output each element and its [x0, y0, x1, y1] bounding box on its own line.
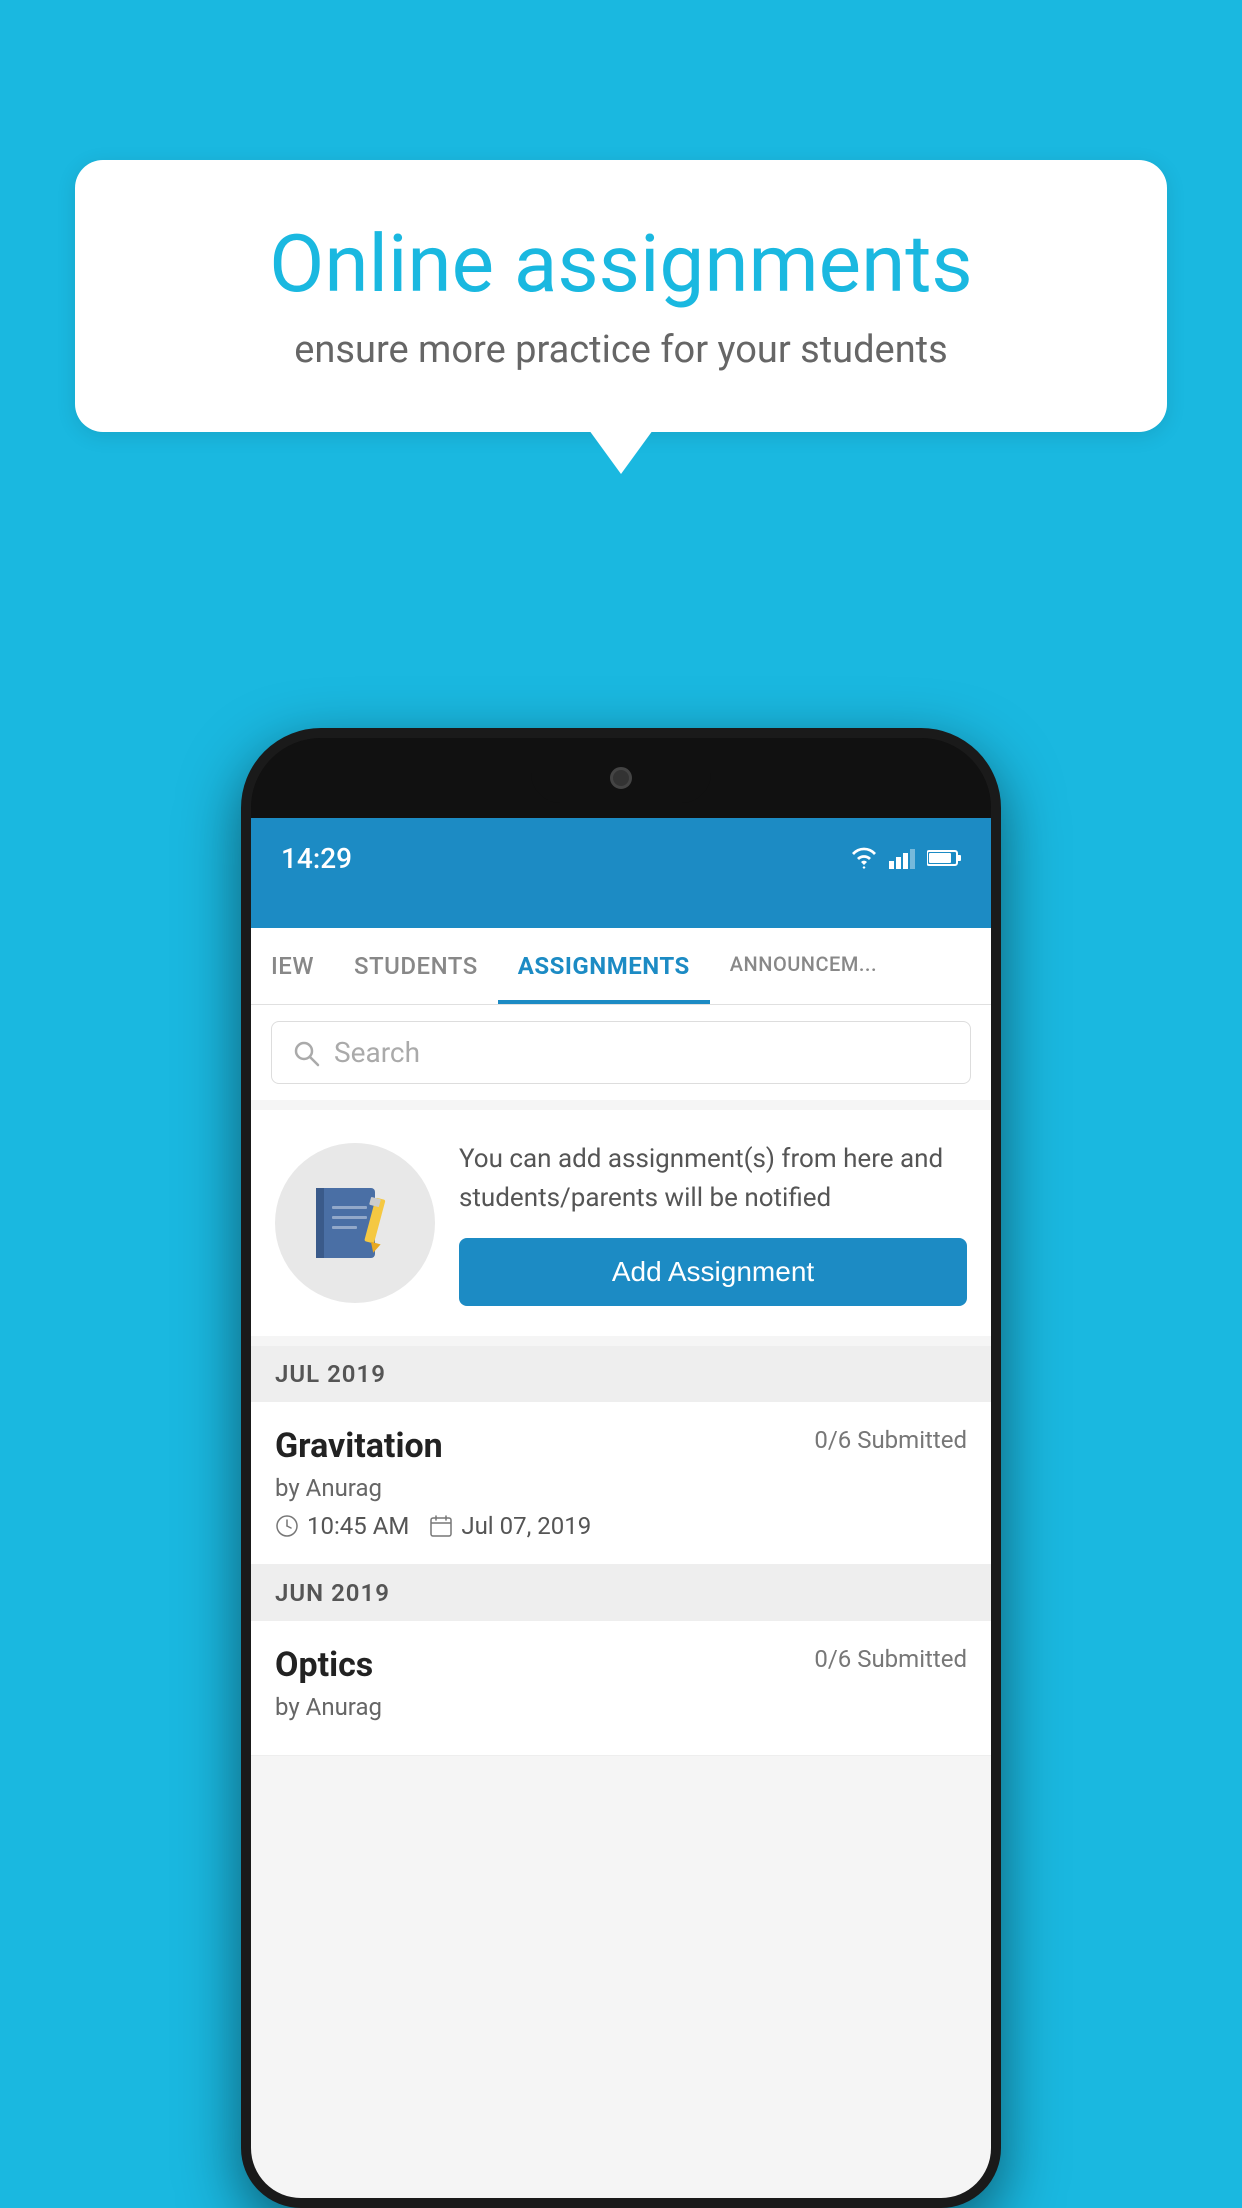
- tab-announcements[interactable]: ANNOUNCEM...: [710, 928, 897, 1004]
- tab-assignments[interactable]: ASSIGNMENTS: [498, 928, 710, 1004]
- assignment-gravitation-time: 10:45 AM: [275, 1512, 409, 1540]
- phone-notch: [251, 738, 991, 818]
- promo-content: You can add assignment(s) from here and …: [459, 1140, 967, 1306]
- speech-bubble: Online assignments ensure more practice …: [75, 160, 1167, 432]
- assignment-gravitation-by: by Anurag: [275, 1474, 967, 1502]
- notch-cutout: [531, 753, 711, 803]
- assignment-optics-by: by Anurag: [275, 1693, 967, 1721]
- calendar-icon: [429, 1514, 453, 1538]
- assignment-gravitation-top: Gravitation 0/6 Submitted: [275, 1426, 967, 1466]
- search-icon: [292, 1039, 320, 1067]
- assignment-optics[interactable]: Optics 0/6 Submitted by Anurag: [251, 1621, 991, 1756]
- assignment-gravitation-date-text: Jul 07, 2019: [461, 1512, 591, 1540]
- phone-screen: 14:29: [251, 818, 991, 2198]
- clock-icon: [275, 1514, 299, 1538]
- bubble-subtitle: ensure more practice for your students: [145, 328, 1097, 372]
- assignment-optics-title: Optics: [275, 1645, 373, 1685]
- assignment-optics-top: Optics 0/6 Submitted: [275, 1645, 967, 1685]
- signal-icon: [889, 847, 917, 869]
- assignment-optics-submitted: 0/6 Submitted: [814, 1645, 967, 1673]
- tab-students[interactable]: STUDENTS: [334, 928, 498, 1004]
- status-bar: 14:29: [251, 818, 991, 898]
- notebook-icon: [310, 1178, 400, 1268]
- assignment-gravitation-time-text: 10:45 AM: [307, 1512, 409, 1540]
- speech-bubble-wrapper: Online assignments ensure more practice …: [75, 160, 1167, 474]
- phone-frame: 14:29: [241, 728, 1001, 2208]
- assignment-gravitation-submitted: 0/6 Submitted: [814, 1426, 967, 1454]
- search-container: Search: [251, 1005, 991, 1100]
- status-time: 14:29: [281, 842, 352, 875]
- assignment-gravitation-date: Jul 07, 2019: [429, 1512, 591, 1540]
- promo-text: You can add assignment(s) from here and …: [459, 1140, 967, 1218]
- section-jun-2019: JUN 2019: [251, 1565, 991, 1621]
- assignment-gravitation-title: Gravitation: [275, 1426, 443, 1466]
- add-assignment-button[interactable]: Add Assignment: [459, 1238, 967, 1306]
- tabs-bar: IEW STUDENTS ASSIGNMENTS ANNOUNCEM...: [251, 928, 991, 1005]
- promo-icon-circle: [275, 1143, 435, 1303]
- search-placeholder: Search: [334, 1036, 420, 1069]
- battery-icon: [927, 849, 961, 867]
- side-button-left: [241, 1088, 251, 1148]
- speech-bubble-tail: [589, 430, 653, 474]
- promo-card: You can add assignment(s) from here and …: [251, 1110, 991, 1336]
- section-jul-2019: JUL 2019: [251, 1346, 991, 1402]
- notch-camera: [610, 767, 632, 789]
- bubble-title: Online assignments: [145, 220, 1097, 308]
- side-button-right: [991, 1038, 1001, 1138]
- assignment-gravitation-meta: 10:45 AM Jul 07, 2019: [275, 1512, 967, 1540]
- tab-iew[interactable]: IEW: [251, 928, 334, 1004]
- assignment-gravitation[interactable]: Gravitation 0/6 Submitted by Anurag 10:4…: [251, 1402, 991, 1565]
- wifi-icon: [849, 847, 879, 869]
- search-bar[interactable]: Search: [271, 1021, 971, 1084]
- status-icons: [849, 847, 961, 869]
